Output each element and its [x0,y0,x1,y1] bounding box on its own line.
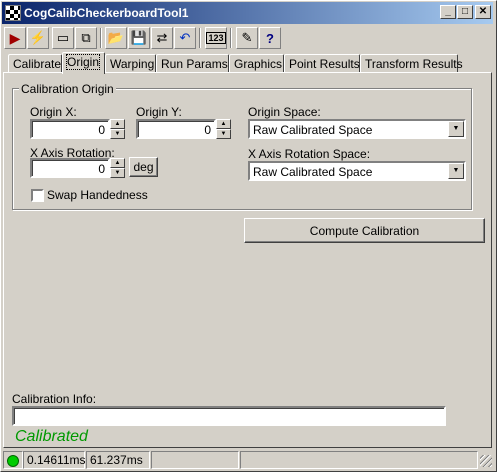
x-axis-rotation-spinner[interactable]: ▲ ▼ [110,158,125,178]
run-button[interactable]: ▶ [4,27,26,49]
origin-space-label: Origin Space: [248,105,321,119]
status-pane-4 [240,451,478,469]
checkerboard-app-icon [5,5,21,21]
status-led-icon [7,455,19,467]
status-pane-3 [151,451,239,469]
calibration-info-label: Calibration Info: [12,392,97,406]
origin-x-input[interactable]: 0 [30,119,110,139]
numeric-button[interactable]: 123 [205,27,227,49]
status-indicator [3,451,23,469]
origin-space-select[interactable]: Raw Calibrated Space ▼ [248,119,466,139]
switch-icon: ⧉ [81,30,91,45]
toolbar-separator [100,28,102,48]
numeric-icon: 123 [206,32,226,44]
open-button[interactable]: 📂 [105,27,127,49]
status-time-2: 61.237ms [86,451,150,469]
edit-button[interactable]: ✎ [236,27,258,49]
rotation-space-value: Raw Calibrated Space [253,165,373,179]
image-button[interactable]: ▭ [52,27,74,49]
chevron-down-icon[interactable]: ▼ [448,163,464,179]
origin-x-label: Origin X: [30,105,77,119]
spin-down-icon[interactable]: ▼ [216,129,231,139]
open-icon: 📂 [107,30,125,45]
spin-down-icon[interactable]: ▼ [110,129,125,139]
rotation-space-label: X Axis Rotation Space: [248,147,371,161]
spin-up-icon[interactable]: ▲ [110,119,125,129]
spin-down-icon[interactable]: ▼ [110,168,125,178]
group-title: Calibration Origin [19,82,116,96]
tab-origin[interactable]: Origin [62,52,105,74]
run-icon: ▶ [9,29,21,46]
deg-button[interactable]: deg [129,157,158,177]
origin-y-spinner[interactable]: ▲ ▼ [216,119,231,139]
close-button[interactable]: ✕ [475,5,491,19]
window-title: CogCalibCheckerboardTool1 [24,6,189,20]
image-swap-button[interactable]: ⇄ [151,27,173,49]
spin-up-icon[interactable]: ▲ [216,119,231,129]
spin-up-icon[interactable]: ▲ [110,158,125,168]
save-button[interactable]: 💾 [128,27,150,49]
tab-transform-results[interactable]: Transform Results [360,54,463,72]
image-swap-icon: ⇄ [156,30,168,45]
origin-x-spinner[interactable]: ▲ ▼ [110,119,125,139]
switch-button[interactable]: ⧉ [75,27,97,49]
swap-handedness-checkbox[interactable] [31,189,44,202]
reset-button[interactable]: ↶ [174,27,196,49]
help-icon: ? [266,30,274,46]
origin-y-label: Origin Y: [136,105,182,119]
swap-handedness-label: Swap Handedness [47,188,148,202]
tab-graphics[interactable]: Graphics [229,54,284,72]
chevron-down-icon[interactable]: ▼ [448,121,464,137]
origin-space-value: Raw Calibrated Space [253,123,373,137]
title-bar[interactable]: CogCalibCheckerboardTool1 _ □ ✕ [2,2,493,24]
reset-icon: ↶ [179,30,191,45]
calibration-status: Calibrated [15,428,88,445]
electric-icon: ⚡ [29,30,47,45]
origin-y-input[interactable]: 0 [136,119,216,139]
compute-calibration-button[interactable]: Compute Calibration [244,218,485,243]
save-icon: 💾 [130,30,148,45]
electric-button[interactable]: ⚡ [27,27,49,49]
calibration-info-field[interactable] [12,406,446,426]
tab-run-params[interactable]: Run Params [156,54,229,72]
help-button[interactable]: ? [259,27,281,49]
minimize-button[interactable]: _ [440,5,456,19]
status-time-1: 0.14611ms [23,451,85,469]
edit-icon: ✎ [241,30,253,45]
tab-calibrate[interactable]: Calibrate [8,54,62,72]
toolbar-separator [230,28,232,48]
toolbar: ▶ ⚡ ▭ ⧉ 📂 💾 ⇄ ↶ 123 ✎ ? [2,26,493,52]
toolbar-separator [199,28,201,48]
rotation-space-select[interactable]: Raw Calibrated Space ▼ [248,161,466,181]
tab-warping[interactable]: Warping [105,54,156,72]
resize-grip[interactable] [480,455,492,467]
maximize-button[interactable]: □ [457,5,473,19]
tab-point-results[interactable]: Point Results [284,54,360,72]
x-axis-rotation-input[interactable]: 0 [30,158,110,178]
image-icon: ▭ [56,30,70,45]
